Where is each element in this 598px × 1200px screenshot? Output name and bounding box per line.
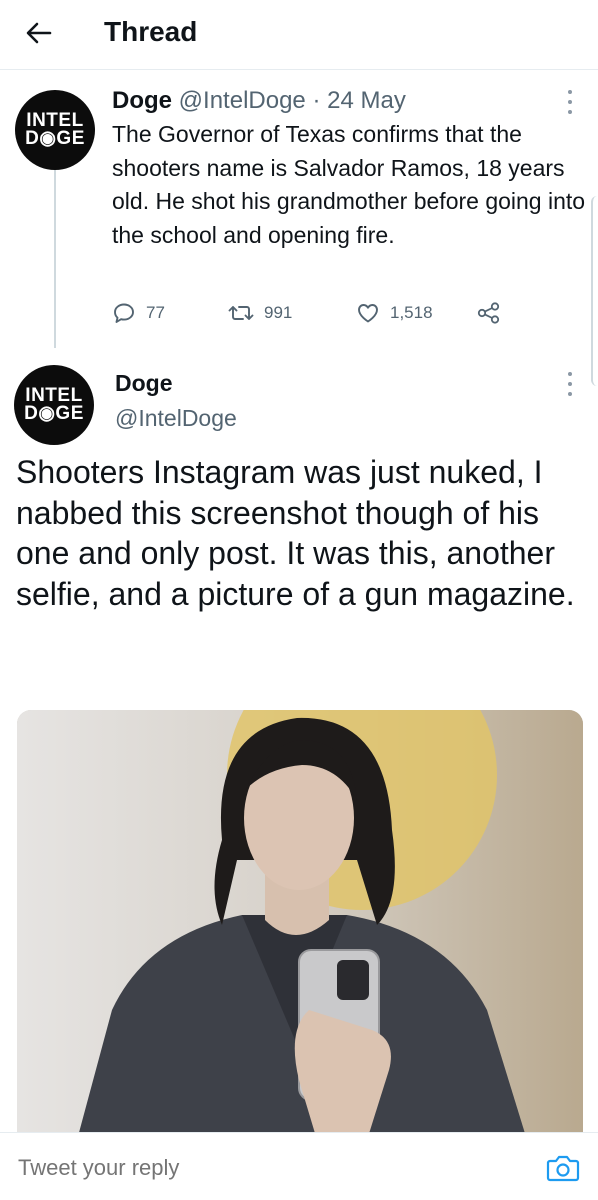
avatar-logo-line2: D◉GE (24, 403, 84, 424)
tweet-header: Doge @IntelDoge · 24 May (112, 87, 406, 115)
author-handle[interactable]: @IntelDoge (179, 87, 306, 114)
author-name[interactable]: Doge (115, 370, 173, 397)
reply-button[interactable]: 77 (112, 298, 165, 328)
scrollbar[interactable] (591, 196, 598, 386)
tweet-text: Shooters Instagram was just nuked, I nab… (16, 454, 575, 612)
author-name[interactable]: Doge (112, 87, 172, 114)
avatar[interactable]: INTEL D◉GE (15, 90, 95, 170)
like-count: 1,518 (390, 303, 433, 322)
like-button[interactable]: 1,518 (356, 298, 433, 328)
tweet-actions: 77 991 1,518 (112, 298, 532, 328)
top-bar: Thread (0, 0, 598, 70)
reply-input[interactable] (18, 1155, 418, 1181)
more-options-button[interactable] (560, 90, 580, 114)
back-button[interactable] (18, 14, 60, 52)
retweet-count: 991 (264, 303, 293, 322)
arrow-left-icon (26, 22, 52, 44)
share-button[interactable] (476, 298, 512, 328)
more-icon-dot (568, 110, 572, 114)
like-icon (358, 304, 378, 323)
reply-composer (0, 1132, 598, 1200)
tweet-image[interactable] (17, 710, 583, 1140)
share-icon (477, 302, 500, 324)
more-icon-dot (568, 392, 572, 396)
more-icon-dot (568, 382, 572, 386)
page-title: Thread (104, 16, 198, 47)
more-icon-dot (568, 372, 572, 376)
selfie-photo (17, 710, 583, 1140)
thread-connector-line (54, 170, 56, 348)
more-options-button[interactable] (560, 372, 580, 396)
more-icon-dot (568, 90, 572, 94)
tweet-date[interactable]: 24 May (327, 87, 406, 114)
avatar-logo-line2: D◉GE (25, 128, 85, 149)
tweet-text: The Governor of Texas confirms that the … (112, 121, 586, 248)
avatar[interactable]: INTEL D◉GE (14, 365, 94, 445)
meta-separator: · (312, 87, 321, 114)
reply-icon (114, 303, 134, 323)
camera-icon (546, 1155, 580, 1182)
reply-count: 77 (146, 303, 165, 322)
retweet-button[interactable]: 991 (228, 298, 292, 328)
more-icon-dot (568, 100, 572, 104)
retweet-icon (228, 306, 254, 320)
add-photo-button[interactable] (546, 1153, 580, 1183)
author-handle[interactable]: @IntelDoge (115, 405, 237, 432)
